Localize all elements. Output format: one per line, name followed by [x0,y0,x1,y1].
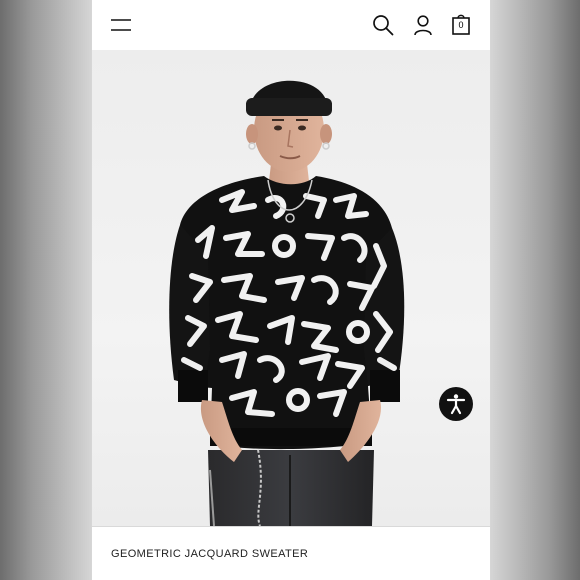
user-icon[interactable] [412,14,434,36]
model-wearing-sweater-illustration [169,80,405,526]
right-background-frame [490,0,580,580]
shopping-bag-button[interactable]: 0 [450,12,472,36]
left-background-frame [0,0,92,580]
bag-count-badge: 0 [458,20,464,30]
product-photo[interactable] [92,50,490,526]
product-page: 0 GEOMETRIC JACQUARD SWEATER [92,0,490,580]
search-icon[interactable] [372,14,394,36]
top-navigation-bar: 0 [92,0,490,50]
hamburger-menu-icon[interactable] [110,15,132,35]
product-name: GEOMETRIC JACQUARD SWEATER [111,548,309,560]
divider [92,526,490,527]
accessibility-person-icon [446,394,466,415]
accessibility-button[interactable] [439,387,473,421]
